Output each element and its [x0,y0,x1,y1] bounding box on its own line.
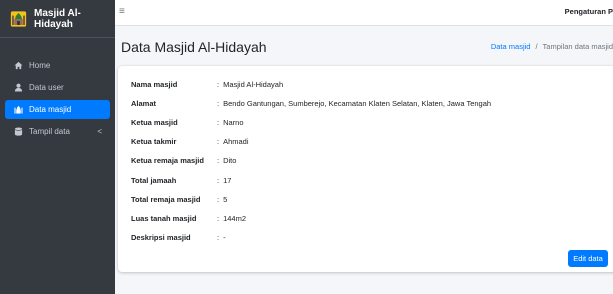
detail-label: Luas tanah masjid [131,213,197,223]
chevron-left-icon: < [97,127,102,136]
brand-name: Masjid Al-Hidayah [34,7,81,30]
brand[interactable]: Masjid Al-Hidayah [0,0,115,38]
detail-label: Ketua masjid [131,117,178,127]
detail-label: Deskripsi masjid [131,232,191,242]
detail-row: Ketua takmir: Ahmadi [131,135,249,147]
detail-row: Nama masjid: Masjid Al-Hidayah [131,78,283,90]
breadcrumb: Data masjid / Tampilan data masjid [491,42,613,51]
detail-colon: : [217,232,220,242]
sidebar-item-home[interactable]: Home [5,56,110,75]
edit-data-button[interactable]: Edit data [568,250,608,267]
mosque-logo-icon [10,10,27,27]
sidebar-nav: Home Data user Data masjid Tampil data < [0,38,115,152]
detail-row: Alamat: Bendo Gantungan, Sumberejo, Kecam… [131,97,491,109]
sidebar-item-label: Data masjid [29,105,72,114]
page-title: Data Masjid Al-Hidayah [121,39,267,55]
detail-colon: : [217,117,220,127]
breadcrumb-current: Tampilan data masjid [542,42,613,51]
detail-value: 144m2 [223,213,247,223]
sidebar-item-tampil-data[interactable]: Tampil data < [5,122,110,141]
detail-colon: : [217,155,220,165]
detail-value: 5 [223,194,228,204]
home-icon [13,61,23,71]
detail-row: Ketua remaja masjid: Dito [131,154,236,166]
detail-row: Deskripsi masjid: - [131,231,226,243]
detail-row: Total remaja masjid:5 [131,193,227,205]
detail-colon: : [217,175,220,185]
detail-label: Total remaja masjid [131,194,201,204]
breadcrumb-separator: / [535,42,538,51]
detail-colon: : [217,194,220,204]
detail-colon: : [217,79,220,89]
hamburger-icon[interactable]: ≡ [119,6,125,17]
detail-colon: : [217,136,220,146]
sidebar-item-data-masjid[interactable]: Data masjid [5,100,110,119]
detail-value: Ahmadi [223,136,249,146]
content-bottom [115,282,613,294]
detail-row: Total jamaah:17 [131,174,231,186]
user-icon [13,83,23,93]
detail-label: Ketua remaja masjid [131,155,204,165]
detail-row: Ketua masjid: Narno [131,116,244,128]
detail-label: Ketua takmir [131,136,177,146]
sidebar-item-data-user[interactable]: Data user [5,78,110,97]
sidebar-item-label: Data user [29,83,64,92]
masjid-detail-card: Nama masjid: Masjid Al-Hidayah Alamat: Ben… [118,66,613,272]
detail-label: Total jamaah [131,175,177,185]
detail-value: Masjid Al-Hidayah [223,79,284,89]
detail-colon: : [217,98,220,108]
mosque-icon [13,105,23,115]
detail-value: Narno [223,117,244,127]
settings-menu[interactable]: Pengaturan P [565,7,613,16]
detail-label: Alamat [131,98,157,108]
detail-value: Dito [223,155,237,165]
database-icon [13,127,23,137]
sidebar-item-label: Tampil data [29,127,70,136]
detail-colon: : [217,213,220,223]
sidebar: Masjid Al-Hidayah Home Data user Data ma… [0,0,115,294]
top-navbar: ≡ Pengaturan P [115,0,613,26]
detail-value: 17 [223,175,232,185]
detail-label: Nama masjid [131,79,178,89]
breadcrumb-link-data-masjid[interactable]: Data masjid [491,42,531,51]
detail-value: - [223,232,226,242]
sidebar-item-label: Home [29,61,51,70]
detail-row: Luas tanah masjid:144m2 [131,212,246,224]
detail-value: Bendo Gantungan, Sumberejo, Kecamatan Kl… [223,98,492,108]
